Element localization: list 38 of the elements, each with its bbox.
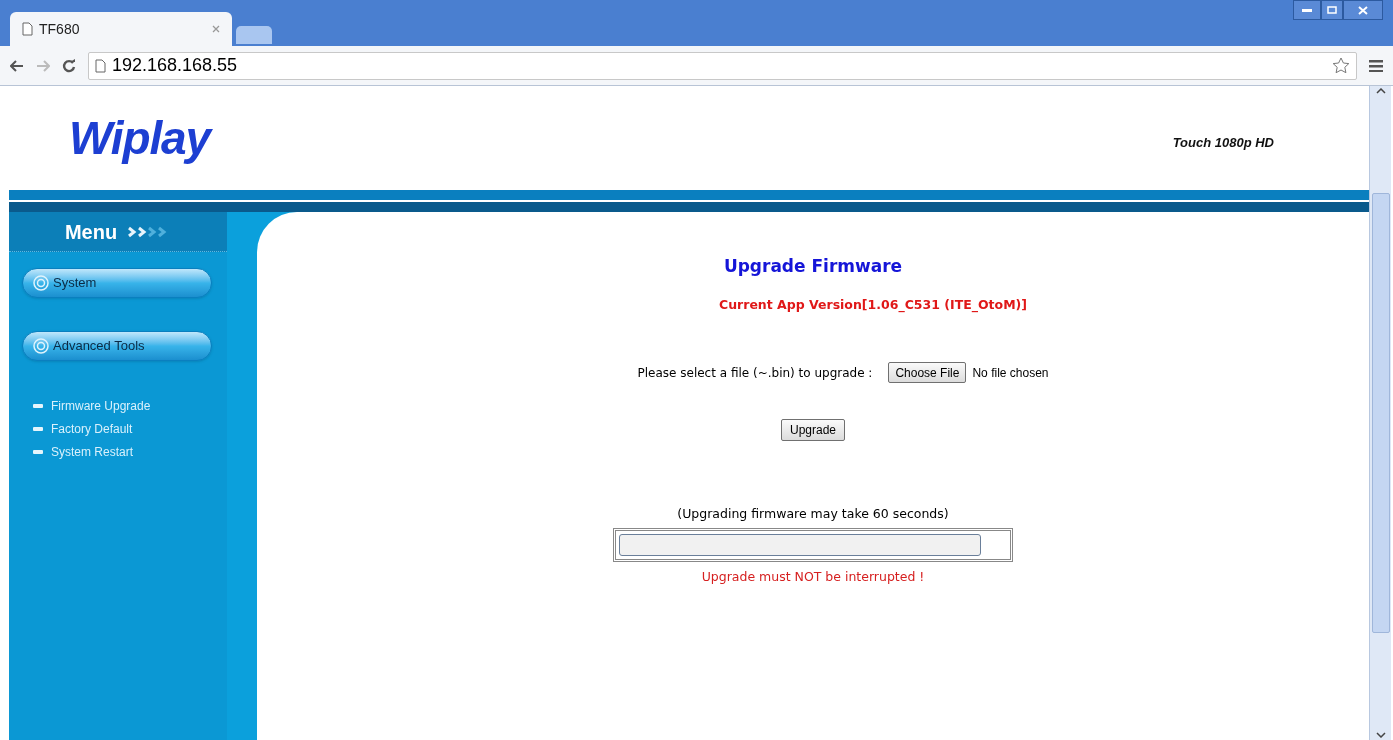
bullet-icon	[33, 450, 43, 454]
page-icon	[22, 22, 33, 36]
bullet-icon	[33, 427, 43, 431]
close-window-button[interactable]	[1343, 0, 1383, 20]
maximize-icon	[1327, 6, 1337, 14]
reload-icon[interactable]	[62, 58, 76, 73]
url-text: 192.168.168.55	[112, 54, 238, 77]
duration-note: (Upgrading firmware may take 60 seconds)	[677, 505, 949, 524]
browser-tab[interactable]: TF680	[10, 12, 232, 46]
star-icon[interactable]	[1332, 57, 1350, 74]
warning-text: Upgrade must NOT be interrupted !	[701, 568, 925, 586]
close-icon[interactable]	[212, 25, 220, 33]
minimize-icon	[1302, 8, 1312, 12]
target-icon	[33, 338, 49, 354]
tab-title: TF680	[39, 19, 80, 39]
address-bar[interactable]: 192.168.168.55	[88, 51, 1357, 80]
scroll-thumb[interactable]	[1371, 193, 1390, 633]
target-icon	[33, 275, 49, 291]
scroll-down-icon[interactable]	[1375, 732, 1386, 738]
model-name: Touch 1080p HD	[1172, 134, 1274, 153]
version-text: Current App Version[1.06_C531 (ITE_OtoM)]	[719, 295, 1027, 315]
scroll-up-icon[interactable]	[1375, 88, 1386, 94]
back-icon[interactable]	[10, 59, 24, 72]
maximize-button[interactable]	[1321, 0, 1343, 20]
close-icon	[1358, 5, 1368, 15]
section-button[interactable]: Advanced Tools	[22, 331, 212, 361]
page-icon	[95, 58, 106, 73]
bullet-icon	[33, 404, 43, 408]
page-title: Upgrade Firmware	[723, 255, 903, 278]
choose-file-button[interactable]: Choose File	[888, 362, 967, 384]
file-prompt: Please select a file (~.bin) to upgrade :	[637, 364, 873, 382]
menu-title: Menu	[64, 219, 118, 245]
scrollbar[interactable]	[1369, 86, 1391, 740]
menu-icon[interactable]	[1369, 59, 1383, 72]
upgrade-button[interactable]: Upgrade	[781, 419, 845, 442]
minimize-button[interactable]	[1293, 0, 1321, 20]
section-button[interactable]: System	[22, 268, 212, 298]
file-status: No file chosen	[972, 364, 1049, 382]
